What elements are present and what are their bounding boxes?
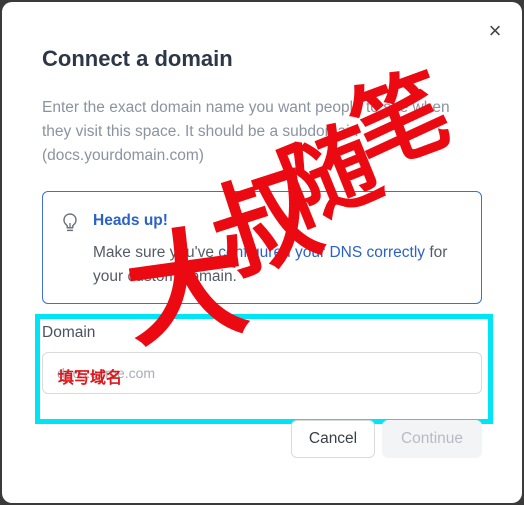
lightbulb-icon xyxy=(63,213,77,232)
dialog-title: Connect a domain xyxy=(42,46,233,71)
dialog-description: Enter the exact domain name you want peo… xyxy=(42,99,450,164)
dns-help-link[interactable]: configured your DNS correctly xyxy=(218,244,425,261)
alert-body: Make sure you've configured your DNS cor… xyxy=(93,241,473,289)
alert-text-before: Make sure you've xyxy=(93,244,219,261)
connect-domain-dialog: × Connect a domain Enter the exact domai… xyxy=(2,2,522,503)
close-icon[interactable]: × xyxy=(480,16,510,46)
domain-input[interactable] xyxy=(42,352,482,394)
alert-title: Heads up! xyxy=(93,212,168,229)
heads-up-alert: Heads up! Make sure you've configured yo… xyxy=(42,191,482,304)
continue-button[interactable]: Continue xyxy=(382,420,482,458)
domain-label: Domain xyxy=(42,324,96,341)
cancel-button[interactable]: Cancel xyxy=(291,420,375,458)
